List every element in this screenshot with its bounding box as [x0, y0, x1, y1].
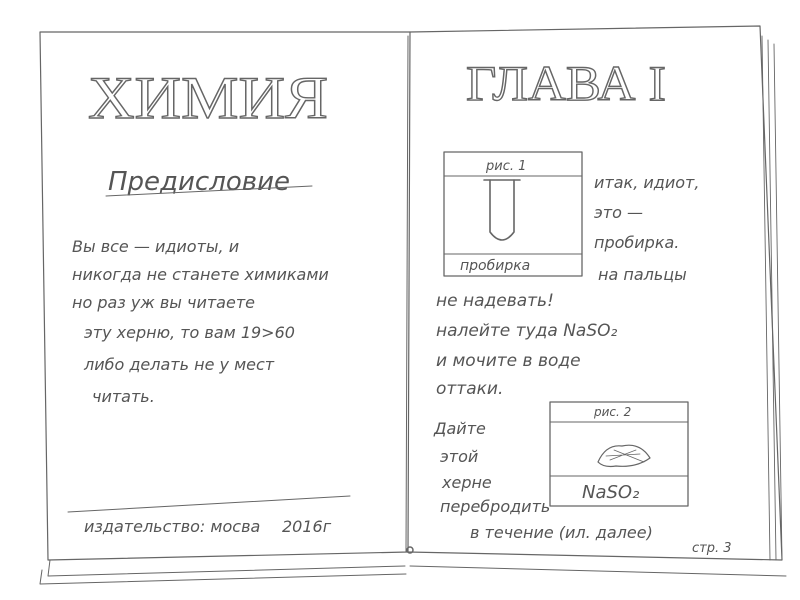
chapter-title: ГЛАВА I: [466, 55, 666, 111]
chapter-line: не надевать!: [436, 291, 554, 311]
side-text-line: на пальцы: [598, 265, 687, 284]
figure-1: рис. 1 пробирка: [443, 151, 583, 277]
preface-line: эту херню, то вам 19>60: [84, 323, 295, 342]
preface-line: но раз уж вы читаете: [72, 293, 255, 312]
chapter-line: налейте туда NaSO₂: [436, 321, 618, 341]
publisher-year: 2016г: [282, 517, 332, 536]
note-text: Дайте этой херне перебродить в течение (…: [433, 419, 653, 542]
figure-2-caption: NaSO₂: [582, 482, 639, 503]
chapter-line: оттаки.: [436, 379, 503, 399]
preface-line: никогда не станете химиками: [72, 265, 329, 284]
side-text-line: это —: [594, 203, 643, 222]
preface-line: читать.: [92, 387, 155, 406]
note-line: перебродить: [440, 497, 550, 516]
open-book-sketch: ХИМИЯ Предисловие Вы все — идиоты, и ник…: [39, 25, 787, 585]
figure-1-label: рис. 1: [485, 159, 526, 174]
note-line: этой: [440, 447, 478, 466]
side-text-line: итак, идиот,: [594, 173, 699, 192]
preface-line: Вы все — идиоты, и: [72, 237, 239, 256]
publisher: издательство: мосва: [84, 517, 260, 536]
chapter-line: и мочите в воде: [436, 351, 581, 371]
powder-pile-icon: [597, 444, 651, 468]
left-page-subtitle: Предисловие: [108, 167, 290, 197]
chapter-text: не надевать! налейте туда NaSO₂ и мочите…: [436, 291, 618, 399]
page-number: стр. 3: [692, 541, 732, 556]
note-line: Дайте: [433, 419, 486, 438]
side-text-line: пробирка.: [594, 233, 679, 252]
test-tube-icon: [483, 179, 521, 241]
note-line: херне: [441, 473, 492, 492]
figure-1-caption: пробирка: [460, 258, 530, 274]
preface-text: Вы все — идиоты, и никогда не станете хи…: [72, 237, 329, 406]
preface-line: либо делать не у мест: [83, 355, 275, 374]
note-line: в течение (ил. далее): [470, 523, 653, 542]
publisher-divider: [67, 495, 351, 513]
left-page-title: ХИМИЯ: [88, 65, 328, 131]
figure-2: рис. 2 NaSO₂: [549, 401, 689, 507]
side-text: итак, идиот, это — пробирка. на пальцы: [594, 173, 699, 284]
figure-2-label: рис. 2: [593, 405, 631, 419]
